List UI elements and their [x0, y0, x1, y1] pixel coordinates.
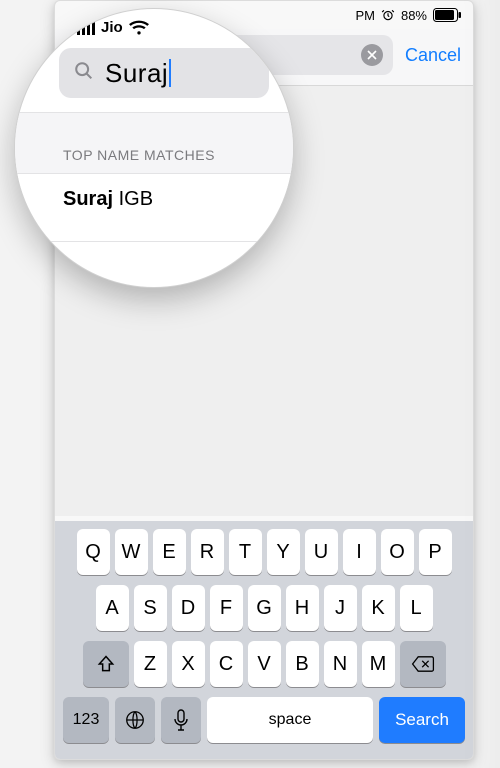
key-o[interactable]: O — [381, 529, 414, 575]
signal-icon — [77, 20, 95, 35]
key-j[interactable]: J — [324, 585, 357, 631]
keyboard-row-1: Q W E R T Y U I O P — [59, 529, 469, 575]
key-f[interactable]: F — [210, 585, 243, 631]
magnified-search-field[interactable]: Suraj — [59, 48, 269, 98]
search-icon — [73, 60, 95, 87]
result-match-bold: Suraj — [63, 188, 113, 210]
key-d[interactable]: D — [172, 585, 205, 631]
status-battery-pct: 88% — [401, 8, 427, 23]
key-e[interactable]: E — [153, 529, 186, 575]
key-i[interactable]: I — [343, 529, 376, 575]
magnified-status-bar: Jio — [15, 9, 293, 40]
key-q[interactable]: Q — [77, 529, 110, 575]
magnifier-callout: Jio Suraj TOP NAME MATCHES Suraj IGB — [14, 8, 294, 288]
status-time: PM — [355, 8, 375, 23]
key-z[interactable]: Z — [134, 641, 167, 687]
key-p[interactable]: P — [419, 529, 452, 575]
keyboard-row-bottom: 123 space Search — [59, 697, 469, 743]
keyboard-row-2: A S D F G H J K L — [59, 585, 469, 631]
magnified-search-query: Suraj — [105, 58, 171, 89]
key-h[interactable]: H — [286, 585, 319, 631]
key-u[interactable]: U — [305, 529, 338, 575]
key-t[interactable]: T — [229, 529, 262, 575]
text-caret — [169, 59, 171, 87]
key-search[interactable]: Search — [379, 697, 465, 743]
wifi-icon — [129, 20, 149, 35]
key-shift[interactable] — [83, 641, 129, 687]
key-r[interactable]: R — [191, 529, 224, 575]
result-match-rest: IGB — [113, 188, 153, 210]
key-numbers[interactable]: 123 — [63, 697, 109, 743]
key-w[interactable]: W — [115, 529, 148, 575]
key-backspace[interactable] — [400, 641, 446, 687]
battery-icon — [433, 8, 461, 22]
clear-search-button[interactable] — [361, 44, 383, 66]
key-c[interactable]: C — [210, 641, 243, 687]
results-section-header: TOP NAME MATCHES — [15, 112, 293, 174]
alarm-icon — [381, 8, 395, 22]
key-globe[interactable] — [115, 697, 155, 743]
result-row[interactable]: Suraj IGB — [15, 174, 293, 242]
key-y[interactable]: Y — [267, 529, 300, 575]
key-g[interactable]: G — [248, 585, 281, 631]
key-k[interactable]: K — [362, 585, 395, 631]
key-m[interactable]: M — [362, 641, 395, 687]
key-s[interactable]: S — [134, 585, 167, 631]
key-l[interactable]: L — [400, 585, 433, 631]
key-n[interactable]: N — [324, 641, 357, 687]
key-space[interactable]: space — [207, 697, 373, 743]
key-x[interactable]: X — [172, 641, 205, 687]
keyboard: Q W E R T Y U I O P A S D F G H J K L Z — [55, 521, 473, 759]
keyboard-row-3: Z X C V B N M — [59, 641, 469, 687]
carrier-label: Jio — [101, 19, 123, 36]
cancel-button[interactable]: Cancel — [405, 45, 461, 66]
magnified-search-wrap: Suraj — [15, 40, 293, 112]
key-b[interactable]: B — [286, 641, 319, 687]
key-v[interactable]: V — [248, 641, 281, 687]
key-a[interactable]: A — [96, 585, 129, 631]
key-dictation[interactable] — [161, 697, 201, 743]
